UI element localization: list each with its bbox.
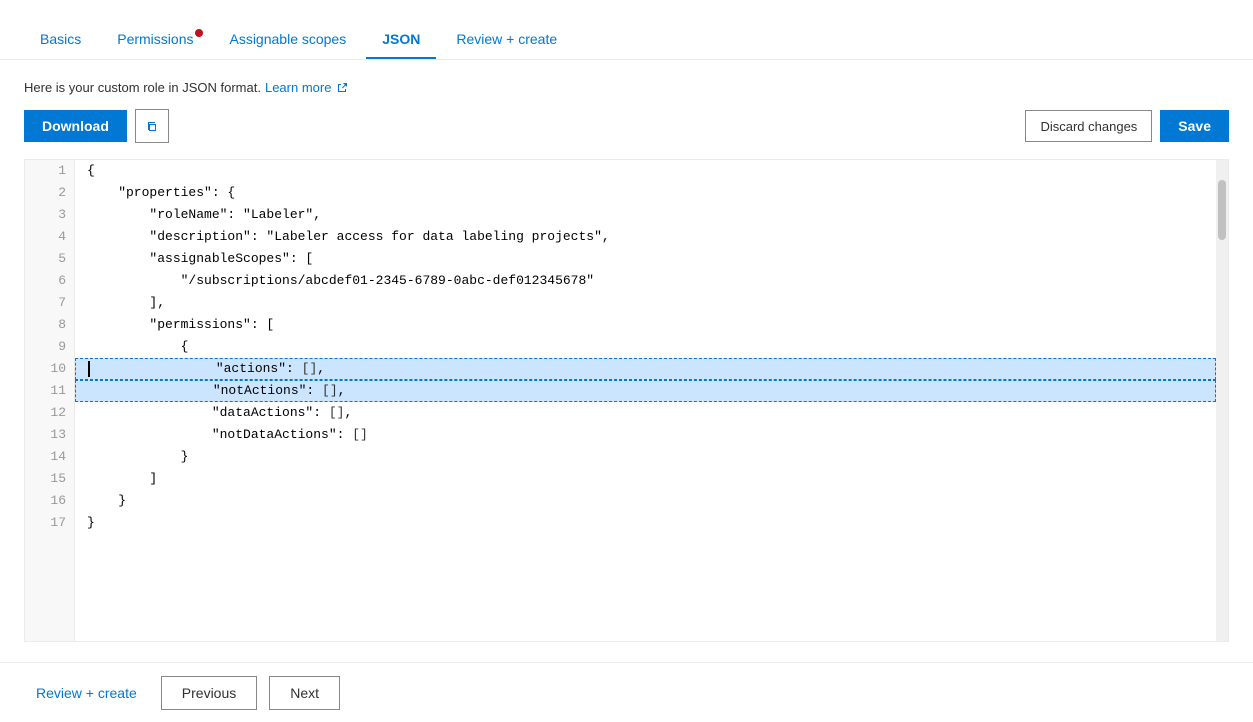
code-text: {: [87, 160, 95, 182]
line-number-3: 3: [58, 204, 66, 226]
code-text: "description": "Labeler access for data …: [87, 226, 610, 248]
line-number-17: 17: [50, 512, 66, 534]
code-text: "properties": {: [87, 182, 235, 204]
line-number-2: 2: [58, 182, 66, 204]
info-line: Here is your custom role in JSON format.…: [24, 80, 1229, 95]
code-text: {: [87, 336, 188, 358]
line-number-1: 1: [58, 160, 66, 182]
code-text: }: [87, 512, 95, 534]
tab-permissions[interactable]: Permissions: [101, 21, 209, 59]
line-number-6: 6: [58, 270, 66, 292]
tab-assignable-scopes[interactable]: Assignable scopes: [213, 21, 362, 59]
code-line-12[interactable]: "dataActions": [],: [75, 402, 1216, 424]
main-content: Here is your custom role in JSON format.…: [0, 60, 1253, 662]
code-text: "dataActions": [],: [87, 402, 352, 424]
save-button[interactable]: Save: [1160, 110, 1229, 142]
code-line-16[interactable]: }: [75, 490, 1216, 512]
previous-button[interactable]: Previous: [161, 676, 257, 710]
code-text: ],: [87, 292, 165, 314]
code-line-1[interactable]: {: [75, 160, 1216, 182]
toolbar-right: Discard changes Save: [1025, 110, 1229, 142]
code-text: "permissions": [: [87, 314, 274, 336]
code-text: "roleName": "Labeler",: [87, 204, 321, 226]
code-line-9[interactable]: {: [75, 336, 1216, 358]
code-line-11[interactable]: "notActions": [],: [75, 380, 1216, 402]
code-line-13[interactable]: "notDataActions": []: [75, 424, 1216, 446]
download-button[interactable]: Download: [24, 110, 127, 142]
code-line-14[interactable]: }: [75, 446, 1216, 468]
footer: Review + create Previous Next: [0, 662, 1253, 722]
line-number-7: 7: [58, 292, 66, 314]
tab-notification-dot: [195, 29, 203, 37]
info-text: Here is your custom role in JSON format.: [24, 80, 261, 95]
tabs-bar: BasicsPermissionsAssignable scopesJSONRe…: [0, 0, 1253, 60]
tab-json[interactable]: JSON: [366, 21, 436, 59]
code-lines: { "properties": { "roleName": "Labeler",…: [75, 160, 1216, 534]
text-cursor: [88, 361, 90, 377]
line-numbers: 1234567891011121314151617: [25, 160, 75, 641]
line-number-9: 9: [58, 336, 66, 358]
line-number-5: 5: [58, 248, 66, 270]
line-number-4: 4: [58, 226, 66, 248]
code-line-10[interactable]: "actions": [],: [75, 358, 1216, 380]
learn-more-link[interactable]: Learn more: [265, 80, 348, 95]
code-line-3[interactable]: "roleName": "Labeler",: [75, 204, 1216, 226]
next-button[interactable]: Next: [269, 676, 340, 710]
code-line-7[interactable]: ],: [75, 292, 1216, 314]
code-line-17[interactable]: }: [75, 512, 1216, 534]
line-number-14: 14: [50, 446, 66, 468]
line-number-11: 11: [50, 380, 66, 402]
external-link-icon: [336, 82, 348, 94]
code-area[interactable]: { "properties": { "roleName": "Labeler",…: [75, 160, 1216, 641]
code-text: ]: [87, 468, 157, 490]
review-create-footer-button[interactable]: Review + create: [24, 677, 149, 709]
discard-changes-button[interactable]: Discard changes: [1025, 110, 1152, 142]
code-text: "/subscriptions/abcdef01-2345-6789-0abc-…: [87, 270, 594, 292]
code-line-6[interactable]: "/subscriptions/abcdef01-2345-6789-0abc-…: [75, 270, 1216, 292]
json-editor[interactable]: 1234567891011121314151617 { "properties"…: [24, 159, 1229, 642]
code-text: "notActions": [],: [88, 380, 345, 402]
code-text: "actions": [],: [91, 358, 325, 380]
code-line-2[interactable]: "properties": {: [75, 182, 1216, 204]
tab-basics[interactable]: Basics: [24, 21, 97, 59]
copy-button[interactable]: [135, 109, 169, 143]
code-text: }: [87, 446, 188, 468]
vertical-scrollbar[interactable]: [1216, 160, 1228, 641]
code-line-8[interactable]: "permissions": [: [75, 314, 1216, 336]
code-line-5[interactable]: "assignableScopes": [: [75, 248, 1216, 270]
scrollbar-thumb[interactable]: [1218, 180, 1226, 240]
line-number-12: 12: [50, 402, 66, 424]
copy-icon: [144, 118, 160, 134]
line-number-13: 13: [50, 424, 66, 446]
line-number-8: 8: [58, 314, 66, 336]
code-line-4[interactable]: "description": "Labeler access for data …: [75, 226, 1216, 248]
line-number-15: 15: [50, 468, 66, 490]
line-number-16: 16: [50, 490, 66, 512]
code-text: "notDataActions": []: [87, 424, 368, 446]
code-line-15[interactable]: ]: [75, 468, 1216, 490]
line-number-10: 10: [50, 358, 66, 380]
tab-review-create[interactable]: Review + create: [440, 21, 573, 59]
code-text: }: [87, 490, 126, 512]
code-text: "assignableScopes": [: [87, 248, 313, 270]
toolbar: Download Discard changes Save: [24, 109, 1229, 143]
